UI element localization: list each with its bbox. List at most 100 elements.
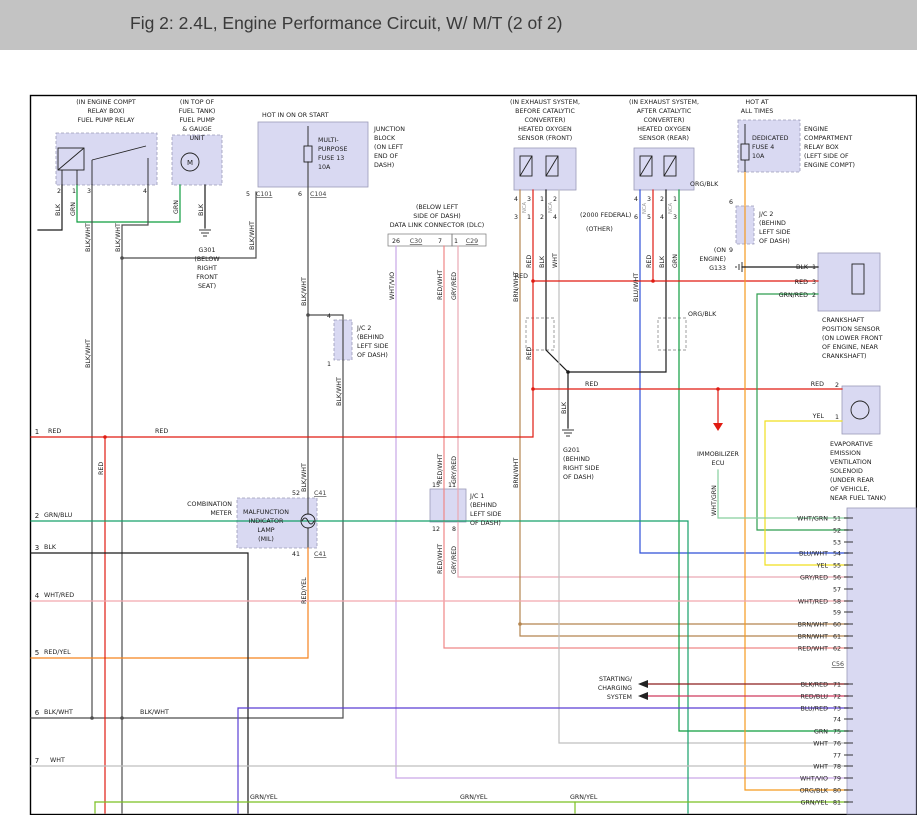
o2rear-loc: SENSOR (REAR) [639,135,689,142]
dlc-pin: 26 [392,238,400,245]
o2-pin: 4 [660,214,664,221]
wire-label: BLK/WHT [44,709,73,716]
wire-label: GRN/BLU [44,512,73,519]
wire-label: RED [515,273,528,280]
left-pin-number: 5 [35,649,39,657]
ecu-pin-wire-label: WHT/RED [798,599,828,606]
jc1-box [430,489,466,522]
o2-pin: 5 [647,214,651,221]
ecu-pin-wire-label: BLU/RED [801,706,829,713]
ecu-pin-number: 52 [833,528,841,535]
mil-label: INDICATOR [249,518,284,525]
wire-label: RED [526,347,533,360]
ecu-pin-wire-label: BRN/WHT [798,634,828,641]
fuel-pump-unit-box [172,135,222,185]
ecu-pin-wire-label: RED/BLU [801,694,829,701]
g301-label: G301 [199,247,216,254]
pin-number: 6 [298,191,302,198]
wire-label: BLK [561,401,568,414]
o2rear-loc: CONVERTER) [644,117,685,124]
jc-pin: 8 [452,526,456,533]
jc1-label: J/C 1 [469,493,484,500]
ecu-pin-wire-label: WHT/GRN [797,516,828,523]
o2-front-box [514,148,576,190]
evap-label: SOLENOID [830,468,863,475]
wire-label: WHT/RED [44,592,74,599]
o2-pin: 2 [540,214,544,221]
relay-pin: 4 [143,188,147,195]
g201-loc: RIGHT SIDE [563,465,599,472]
wire-label: BLK [659,255,666,268]
fuse13-label: PURPOSE [318,146,348,153]
ecu-pin-number: 56 [833,575,841,582]
evap-label: EMISSION [830,450,861,457]
wire-label: BLK/WHT [85,223,92,252]
dlc-loc: SIDE OF DASH) [413,213,461,220]
ecu-pin-number: 61 [833,634,841,641]
crank-pin: 3 [812,279,816,286]
junction-block-label: JUNCTION [373,126,405,133]
wire-label: GRN [70,202,77,216]
o2front-loc: CONVERTER) [525,117,566,124]
evap-label: OF VEHICLE, [830,486,869,493]
crank-label: (ON LOWER FRONT [822,335,883,342]
evap-pin: 1 [835,414,839,421]
wiring-diagram: (IN ENGINE COMPT RELAY BOX) FUEL PUMP RE… [0,0,917,815]
fuse4-label: FUSE 4 [752,144,774,151]
wire-label: WHT/VIO [389,272,396,300]
o2-pin: 1 [540,196,544,203]
jc2-loc: LEFT SIDE [357,343,389,350]
o2-pin: 1 [527,214,531,221]
relaybox-label: RELAY BOX [804,144,839,151]
evap-pin: 2 [835,382,839,389]
pump-loc: FUEL PUMP [179,117,215,124]
wire-label: GRY/RED [451,456,458,484]
wire-label: GRN/YEL [570,794,598,801]
connector-ref: C104 [310,191,326,198]
o2rear-loc: HEATED OXYGEN [637,126,691,133]
left-pin-number: 6 [35,709,40,717]
ecu-pin-number: 62 [833,646,841,653]
wire-label: WHT [50,757,65,764]
meter-label: COMBINATION [187,501,232,508]
g133-label: G133 [709,265,726,272]
left-pin-number: 4 [35,592,40,600]
fuse13-label: 10A [318,164,331,171]
ecu-pin-number: 58 [833,599,841,606]
wire-label: BLK [198,203,205,216]
jc-pin: 11 [448,482,456,489]
o2-pin: 3 [647,196,651,203]
evap-label: (UNDER REAR [830,477,875,484]
wire-label: BLK [539,255,546,268]
wire-label: BLK [44,544,57,551]
ecu-pin-wire-label: WHT/VIO [800,776,828,783]
evap-label: NEAR FUEL TANK) [830,495,886,502]
g201-label: G201 [563,447,580,454]
o2-pin: 1 [673,196,677,203]
jc-pin: 4 [327,313,331,320]
ecu-pin-number: 74 [833,717,841,724]
o2front-loc: (IN EXHAUST SYSTEM, [510,99,580,106]
junction-block-label: END OF [374,153,398,160]
wire-label: BLK/WHT [85,339,92,368]
ecu-pin-number: 51 [833,516,841,523]
hot-label: HOT AT [745,99,768,106]
connector-ref: C30 [410,238,422,245]
wire-label: RED/WHT [437,454,444,484]
wire-label: BLK/WHT [249,221,256,250]
wire-label: RED [795,279,808,286]
crank-sensor-box [818,253,880,311]
fuse4-label: 10A [752,153,765,160]
wire-label: RED/YEL [44,649,71,656]
g301-loc: RIGHT [197,265,217,272]
pump-loc: FUEL TANK) [179,108,216,115]
hot-label: ALL TIMES [741,108,773,115]
pin-number: 52 [292,490,300,497]
diagram-border [31,96,917,815]
jc-pin: 15 [432,482,440,489]
mil-label: MALFUNCTION [243,509,289,516]
ecu-pin-number: 59 [833,610,841,617]
ecu-pin-wire-label: YEL [816,563,829,570]
relaybox-label: ENGINE COMPT) [804,162,855,169]
relay-loc: RELAY BOX) [87,108,124,115]
